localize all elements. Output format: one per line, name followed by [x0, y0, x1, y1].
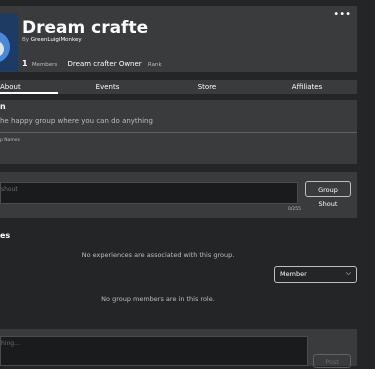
role-dropdown[interactable]: Member ⌵	[274, 266, 357, 283]
role-selected: Member	[280, 270, 307, 278]
group-header: Dream crafte By GreenLuigiMonkey 1 Membe…	[0, 6, 357, 72]
tab-about[interactable]: About	[0, 80, 58, 94]
experiences-heading: es	[0, 231, 11, 240]
chevron-down-icon: ⌵	[345, 269, 351, 277]
rank-name: Dream crafter Owner	[67, 60, 142, 68]
tab-events[interactable]: Events	[58, 80, 157, 94]
group-emblem[interactable]	[0, 13, 18, 71]
about-heading: n	[0, 102, 6, 111]
group-owner-line: By GreenLuigiMonkey	[22, 37, 82, 43]
tab-affiliates[interactable]: Affiliates	[257, 80, 357, 94]
group-description: he happy group where you can do anything	[0, 117, 153, 125]
shout-char-count: 0/255	[288, 207, 301, 212]
past-names-link[interactable]: p Names	[0, 138, 20, 143]
member-label: Members	[31, 62, 58, 68]
wall-placeholder: hing...	[1, 340, 20, 347]
member-count: 1	[22, 59, 28, 68]
experiences-empty-message: No experiences are associated with this …	[81, 251, 235, 259]
wall-post-input[interactable]: hing...	[0, 336, 308, 366]
tab-store[interactable]: Store	[157, 80, 257, 94]
group-name: Dream crafte	[22, 18, 149, 38]
group-stats: 1 Members Dream crafter Owner Rank	[22, 59, 162, 68]
wall-section: hing... Post	[0, 329, 357, 368]
owner-link[interactable]: GreenLuigiMonkey	[31, 37, 82, 43]
divider	[0, 132, 357, 133]
by-prefix: By	[22, 37, 31, 43]
about-section: n he happy group where you can do anythi…	[0, 100, 357, 164]
shout-section: shout Group Shout 0/255	[0, 172, 357, 218]
rank-label: Rank	[147, 62, 162, 68]
more-options-icon[interactable]: •••	[333, 9, 351, 20]
members-empty-message: No group members are in this role.	[101, 295, 215, 303]
group-tabs: About Events Store Affiliates	[0, 80, 357, 94]
group-shout-button[interactable]: Group Shout	[305, 181, 351, 208]
shout-placeholder: shout	[1, 186, 18, 193]
shout-input[interactable]: shout	[0, 182, 298, 204]
